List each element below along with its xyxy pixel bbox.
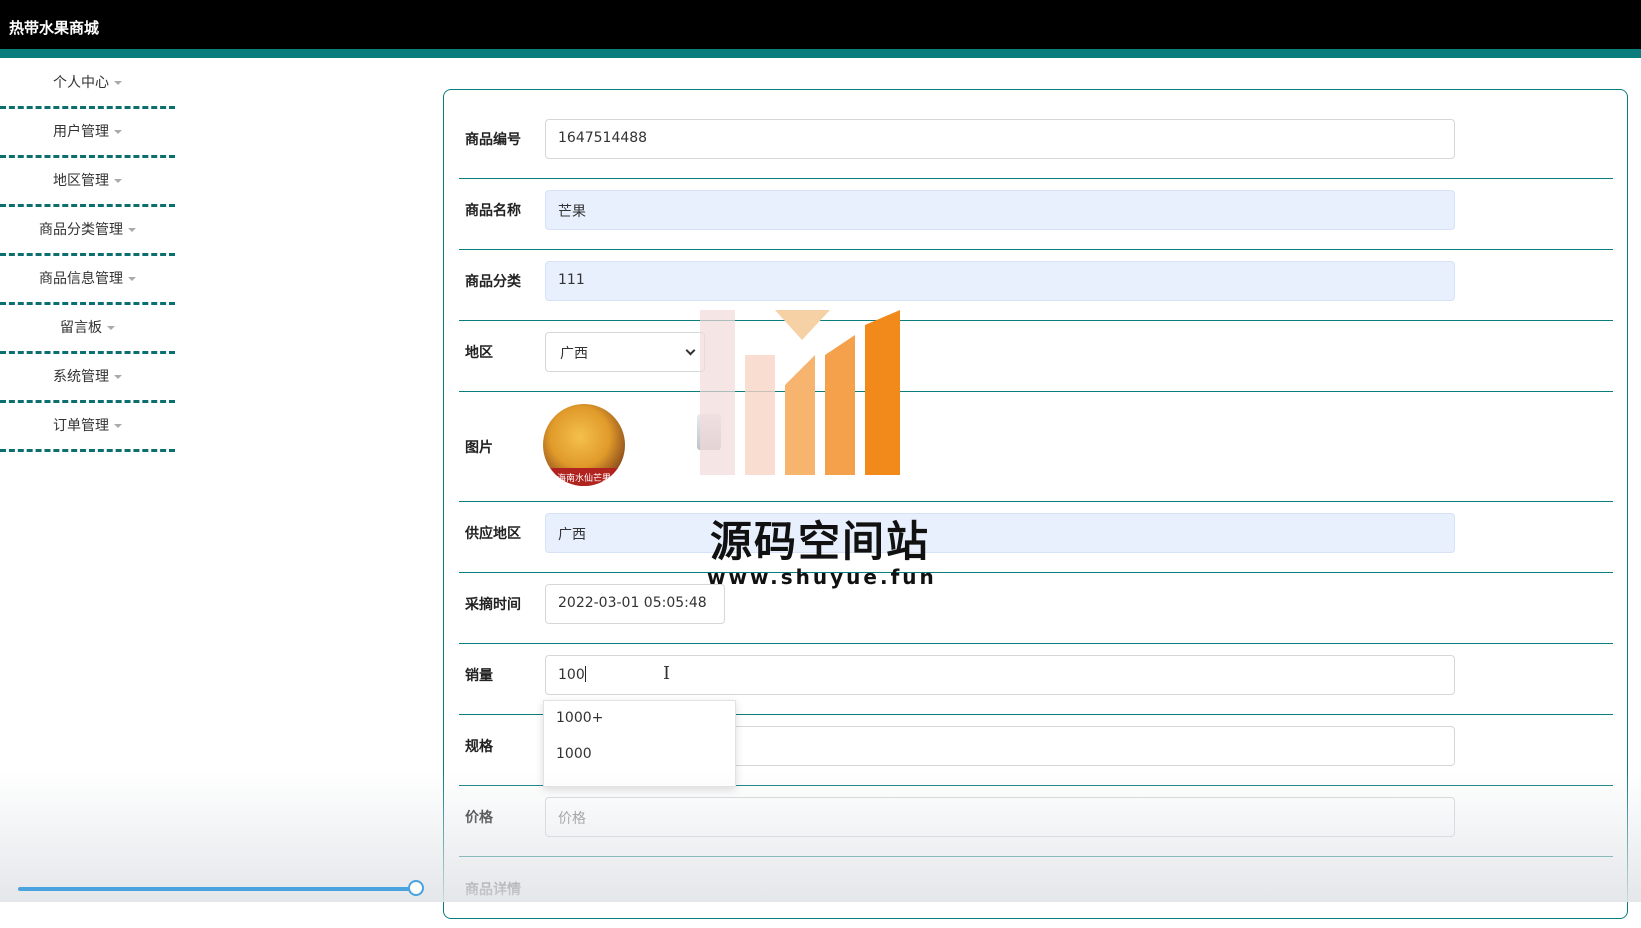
product-name-label: 商品名称 — [465, 203, 521, 219]
product-id-input[interactable]: 1647514488 — [545, 119, 1455, 159]
caret-down-icon — [114, 179, 122, 183]
image-label: 图片 — [465, 440, 493, 456]
sales-input-value: 100 — [558, 667, 585, 683]
text-cursor — [584, 666, 586, 682]
region-select[interactable]: 广西 — [545, 332, 705, 372]
product-image-caption: 海南水仙芒果 — [543, 468, 625, 486]
form-row-product-id: 商品编号 1647514488 — [459, 108, 1613, 179]
video-progress-knob[interactable] — [408, 880, 424, 896]
product-name-input[interactable]: 芒果 — [545, 190, 1455, 230]
sidebar-item-product-management[interactable]: 商品信息管理 — [0, 256, 175, 305]
logo-bar-4 — [825, 335, 855, 475]
caret-down-icon — [114, 130, 122, 134]
sales-input[interactable]: 100 — [545, 655, 1455, 695]
form-row-category: 商品分类 111 — [459, 250, 1613, 321]
sidebar-item-personal-center[interactable]: 个人中心 — [0, 60, 175, 109]
watermark-name: 源码空间站 — [710, 517, 931, 566]
caret-down-icon — [114, 81, 122, 85]
spec-label: 规格 — [465, 739, 493, 755]
sidebar-item-message-board[interactable]: 留言板 — [0, 305, 175, 354]
header-accent-stripe — [0, 49, 1641, 58]
form-row-region: 地区 广西 — [459, 321, 1613, 392]
price-label: 价格 — [465, 810, 493, 826]
logo-bar-5 — [865, 310, 900, 475]
form-row-price: 价格 价格 — [459, 786, 1613, 857]
text-cursor-ibeam-icon: I — [663, 663, 671, 684]
video-progress-bar[interactable] — [18, 887, 418, 891]
chevron-down-icon — [685, 345, 696, 356]
logo-bar-3 — [785, 355, 815, 475]
sales-label: 销量 — [465, 668, 493, 684]
sidebar-item-user-management[interactable]: 用户管理 — [0, 109, 175, 158]
detail-label: 商品详情 — [465, 882, 521, 898]
sidebar-item-order-management[interactable]: 订单管理 — [0, 403, 175, 452]
pick-time-label: 采摘时间 — [465, 597, 521, 613]
sidebar-item-category-management[interactable]: 商品分类管理 — [0, 207, 175, 256]
watermark-url: www.shuyue.fun — [707, 565, 937, 589]
caret-down-icon — [128, 277, 136, 281]
caret-down-icon — [114, 375, 122, 379]
product-image-thumbnail[interactable]: 海南水仙芒果 — [543, 404, 625, 486]
logo-bar-1 — [700, 310, 735, 475]
product-id-label: 商品编号 — [465, 132, 521, 148]
price-input[interactable]: 价格 — [545, 797, 1455, 837]
product-form-panel: 商品编号 1647514488 商品名称 芒果 商品分类 111 地区 广西 图… — [443, 89, 1628, 919]
sidebar-item-system-management[interactable]: 系统管理 — [0, 354, 175, 403]
caret-down-icon — [128, 228, 136, 232]
logo-triangle — [775, 310, 830, 340]
category-label: 商品分类 — [465, 274, 521, 290]
app-title: 热带水果商城 — [9, 19, 100, 37]
sidebar-item-region-management[interactable]: 地区管理 — [0, 158, 175, 207]
caret-down-icon — [107, 326, 115, 330]
autocomplete-option[interactable]: 1000+ — [544, 701, 735, 737]
region-select-value: 广西 — [560, 346, 588, 362]
app-header: 热带水果商城 — [0, 0, 1641, 49]
form-row-detail: 商品详情 — [459, 857, 1613, 928]
region-label: 地区 — [465, 345, 493, 361]
supply-region-label: 供应地区 — [465, 526, 521, 542]
pick-time-input[interactable]: 2022-03-01 05:05:48 — [545, 584, 725, 624]
autocomplete-option[interactable]: 1000 — [544, 737, 735, 773]
supply-region-input[interactable]: 广西 — [545, 513, 1455, 553]
form-row-supply-region: 供应地区 广西 — [459, 502, 1613, 573]
caret-down-icon — [114, 424, 122, 428]
logo-bar-2 — [745, 355, 775, 475]
sidebar: 个人中心 用户管理 地区管理 商品分类管理 商品信息管理 留言板 系统管理 订单… — [0, 60, 175, 452]
category-input[interactable]: 111 — [545, 261, 1455, 301]
form-row-image: 图片 — [459, 392, 1613, 502]
form-row-pick-time: 采摘时间 2022-03-01 05:05:48 — [459, 573, 1613, 644]
sales-autocomplete-dropdown: 1000+ 1000 — [543, 700, 736, 787]
form-row-product-name: 商品名称 芒果 — [459, 179, 1613, 250]
